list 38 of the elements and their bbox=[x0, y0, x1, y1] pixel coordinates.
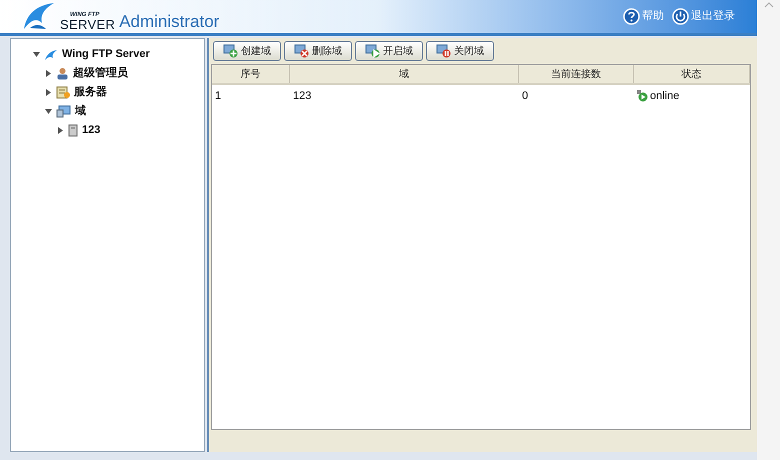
server-icon bbox=[56, 86, 70, 99]
help-icon bbox=[623, 8, 640, 25]
user-icon bbox=[56, 67, 69, 80]
scroll-up-icon bbox=[764, 2, 774, 8]
column-header[interactable]: 当前连接数 bbox=[519, 65, 634, 83]
table-cell: 1 bbox=[215, 90, 222, 102]
expanded-toggle-icon[interactable] bbox=[45, 108, 52, 115]
table-cell-text: online bbox=[650, 88, 680, 104]
server-icon bbox=[68, 124, 78, 137]
toolbar-button[interactable]: 开启域 bbox=[355, 41, 423, 61]
logout-link[interactable]: 退出登录 bbox=[672, 8, 735, 25]
column-header[interactable]: 序号 bbox=[212, 65, 290, 83]
expanded-toggle-icon[interactable] bbox=[33, 51, 40, 58]
tree-item[interactable]: 域 bbox=[75, 103, 86, 120]
column-header[interactable]: 状态 bbox=[634, 65, 750, 83]
toolbar-button[interactable]: 删除域 bbox=[284, 41, 352, 61]
logo-text: SERVER bbox=[60, 18, 116, 31]
toolbar-button[interactable]: 创建域 bbox=[213, 41, 281, 61]
table-cell: 0 bbox=[522, 90, 528, 102]
collapsed-toggle-icon[interactable] bbox=[45, 70, 52, 77]
computer-icon bbox=[294, 44, 309, 58]
table-cell: 123 bbox=[293, 90, 312, 102]
tree-item[interactable]: 123 bbox=[82, 122, 100, 139]
tree-item[interactable]: Wing FTP Server bbox=[62, 46, 150, 63]
app-title: Administrator bbox=[119, 13, 220, 31]
collapsed-toggle-icon[interactable] bbox=[57, 127, 64, 134]
tree-item[interactable]: 服务器 bbox=[74, 84, 107, 101]
computer-icon bbox=[436, 44, 451, 58]
toolbar-button[interactable]: 关闭域 bbox=[426, 41, 494, 61]
computer-icon bbox=[365, 44, 380, 58]
dolphin-icon bbox=[44, 48, 58, 60]
column-header[interactable]: 域 bbox=[290, 65, 519, 83]
computer-icon bbox=[223, 44, 238, 58]
tree-item[interactable]: 超级管理员 bbox=[73, 65, 128, 82]
monitor-icon bbox=[56, 105, 71, 118]
collapsed-toggle-icon[interactable] bbox=[45, 89, 52, 96]
power-icon bbox=[672, 8, 689, 25]
dolphin-logo-icon bbox=[22, 1, 56, 31]
